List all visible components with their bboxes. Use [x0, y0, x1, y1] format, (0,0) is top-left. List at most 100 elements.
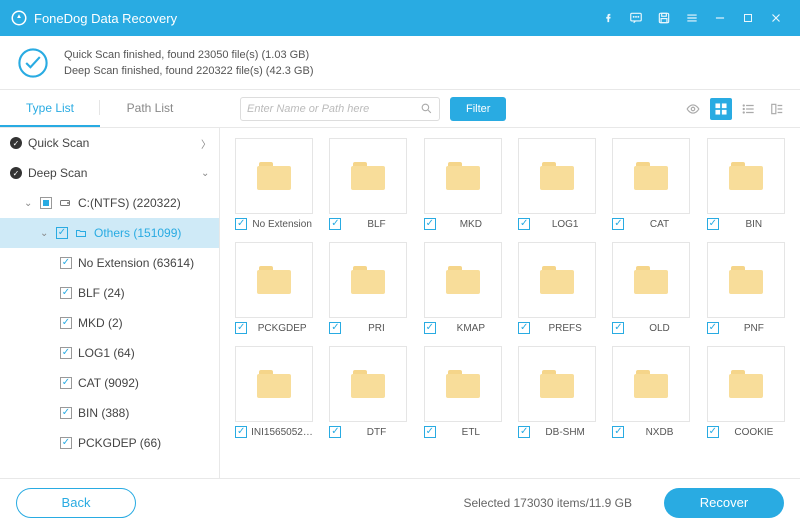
grid-cell[interactable]: PREFS [515, 242, 599, 334]
tree-item[interactable]: PCKGDEP (66) [0, 428, 219, 458]
minimize-icon[interactable] [706, 4, 734, 32]
checkbox-checked[interactable] [612, 426, 624, 438]
grid-label: COOKIE [723, 427, 785, 438]
footer: Back Selected 173030 items/11.9 GB Recov… [0, 478, 800, 526]
list-view-icon[interactable] [738, 98, 760, 120]
grid-label: BLF [345, 219, 407, 230]
tab-type-list[interactable]: Type List [0, 90, 100, 127]
folder-icon [446, 162, 480, 190]
folder-thumbnail [518, 138, 596, 214]
tree-others[interactable]: ⌄ Others (151099) [0, 218, 219, 248]
save-icon[interactable] [650, 4, 678, 32]
quick-scan-status: Quick Scan finished, found 23050 file(s)… [64, 49, 313, 61]
back-button[interactable]: Back [16, 488, 136, 518]
facebook-icon[interactable] [594, 4, 622, 32]
tree-quick-scan[interactable]: Quick Scan 〉 [0, 128, 219, 158]
folder-icon [729, 162, 763, 190]
folder-icon [540, 162, 574, 190]
checkbox-checked[interactable] [707, 426, 719, 438]
tree-item[interactable]: No Extension (63614) [0, 248, 219, 278]
checkbox-checked[interactable] [60, 287, 72, 299]
search-box[interactable] [240, 97, 440, 121]
grid-cell[interactable]: LOG1 [515, 138, 599, 230]
folder-thumbnail [329, 138, 407, 214]
checkbox-checked[interactable] [329, 322, 341, 334]
grid-cell[interactable]: PNF [704, 242, 788, 334]
tab-path-list[interactable]: Path List [100, 90, 200, 127]
checkbox-checked[interactable] [518, 322, 530, 334]
checkbox-checked[interactable] [235, 322, 247, 334]
grid-cell[interactable]: KMAP [421, 242, 505, 334]
grid-cell[interactable]: COOKIE [704, 346, 788, 438]
tree-item[interactable]: CAT (9092) [0, 368, 219, 398]
checkbox-checked[interactable] [612, 322, 624, 334]
tree-item[interactable]: LOG1 (64) [0, 338, 219, 368]
checkbox-checked[interactable] [518, 218, 530, 230]
folder-icon [74, 227, 88, 239]
checkbox-checked[interactable] [56, 227, 68, 239]
tree-item[interactable]: MKD (2) [0, 308, 219, 338]
toolbar: Type List Path List Filter [0, 90, 800, 128]
folder-icon [446, 370, 480, 398]
checkbox-checked[interactable] [424, 218, 436, 230]
grid-cell[interactable]: OLD [609, 242, 693, 334]
detail-view-icon[interactable] [766, 98, 788, 120]
folder-thumbnail [518, 346, 596, 422]
tree-drive[interactable]: ⌄ C:(NTFS) (220322) [0, 188, 219, 218]
checkbox-checked[interactable] [707, 322, 719, 334]
checkbox-checked[interactable] [60, 317, 72, 329]
checkbox-checked[interactable] [707, 218, 719, 230]
checkbox-checked[interactable] [329, 426, 341, 438]
recover-button[interactable]: Recover [664, 488, 784, 518]
grid-cell[interactable]: DTF [326, 346, 410, 438]
filter-button[interactable]: Filter [450, 97, 506, 121]
tree-item[interactable]: BLF (24) [0, 278, 219, 308]
grid-cell[interactable]: NXDB [609, 346, 693, 438]
grid-label: ETL [440, 427, 502, 438]
close-icon[interactable] [762, 4, 790, 32]
checkbox-checked[interactable] [612, 218, 624, 230]
grid-cell[interactable]: CAT [609, 138, 693, 230]
folder-icon [257, 370, 291, 398]
checkbox-checked[interactable] [518, 426, 530, 438]
grid-cell[interactable]: PCKGDEP [232, 242, 316, 334]
checkbox-checked[interactable] [60, 257, 72, 269]
tree-item[interactable]: BIN (388) [0, 398, 219, 428]
checkbox-checked[interactable] [424, 322, 436, 334]
folder-thumbnail [612, 138, 690, 214]
grid-cell[interactable]: No Extension [232, 138, 316, 230]
grid-label: PCKGDEP [251, 323, 313, 334]
grid-cell[interactable]: DB-SHM [515, 346, 599, 438]
feedback-icon[interactable] [622, 4, 650, 32]
preview-toggle-icon[interactable] [682, 98, 704, 120]
app-title: FoneDog Data Recovery [34, 11, 177, 26]
checkbox-checked[interactable] [235, 218, 247, 230]
selection-summary: Selected 173030 items/11.9 GB [463, 496, 632, 510]
grid-cell[interactable]: BLF [326, 138, 410, 230]
checkbox-checked[interactable] [60, 437, 72, 449]
checkbox-checked[interactable] [329, 218, 341, 230]
maximize-icon[interactable] [734, 4, 762, 32]
folder-icon [729, 370, 763, 398]
grid-cell[interactable]: BIN [704, 138, 788, 230]
grid-label: BIN [723, 219, 785, 230]
grid-cell[interactable]: INI1565052569 [232, 346, 316, 438]
menu-icon[interactable] [678, 4, 706, 32]
checkbox-checked[interactable] [60, 377, 72, 389]
file-grid: No Extension BLF MKDLOG1CAT BIN PCKGDEP PRIKM… [220, 128, 800, 478]
folder-thumbnail [235, 346, 313, 422]
search-input[interactable] [247, 98, 420, 120]
grid-view-icon[interactable] [710, 98, 732, 120]
folder-thumbnail [707, 138, 785, 214]
checkbox-checked[interactable] [60, 347, 72, 359]
checkbox-mixed[interactable] [40, 197, 52, 209]
grid-cell[interactable]: MKD [421, 138, 505, 230]
search-icon [420, 102, 433, 115]
checkbox-checked[interactable] [235, 426, 247, 438]
grid-cell[interactable]: PRI [326, 242, 410, 334]
grid-cell[interactable]: ETL [421, 346, 505, 438]
folder-icon [257, 266, 291, 294]
tree-deep-scan[interactable]: Deep Scan ⌄ [0, 158, 219, 188]
checkbox-checked[interactable] [424, 426, 436, 438]
checkbox-checked[interactable] [60, 407, 72, 419]
